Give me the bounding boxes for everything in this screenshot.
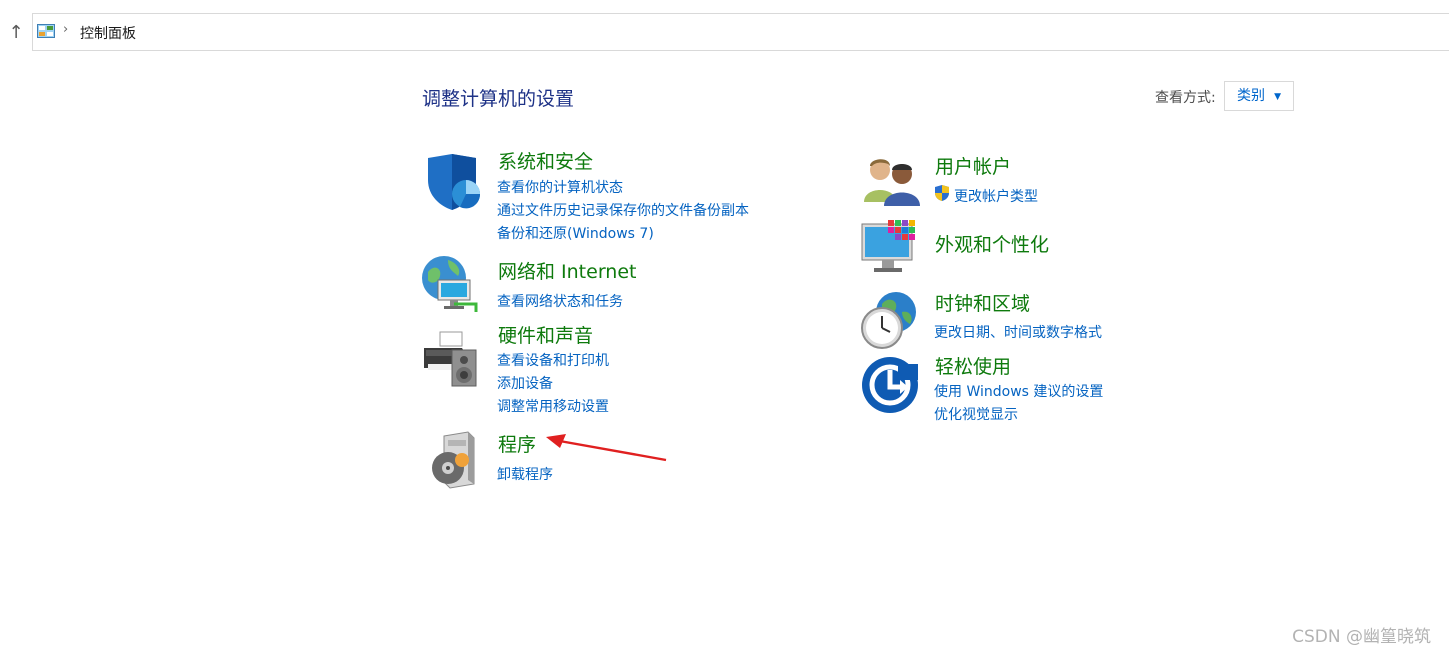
- breadcrumb-control-panel[interactable]: 控制面板: [80, 23, 136, 43]
- category-user-accounts[interactable]: 用户帐户: [935, 152, 1011, 179]
- category-hardware-sound[interactable]: 硬件和声音: [498, 321, 593, 348]
- category-clock-region[interactable]: 时钟和区域: [935, 289, 1030, 316]
- category-network-internet[interactable]: 网络和 Internet: [498, 257, 636, 284]
- clock-globe-icon[interactable]: [860, 290, 920, 350]
- link-add-device[interactable]: 添加设备: [497, 373, 553, 393]
- watermark-text: CSDN @幽篁晓筑: [1292, 627, 1431, 647]
- chevron-down-icon: ▼: [1274, 92, 1281, 102]
- link-file-history[interactable]: 通过文件历史记录保存你的文件备份副本: [497, 200, 749, 220]
- programs-disc-icon[interactable]: [426, 430, 486, 490]
- link-mobility-settings[interactable]: 调整常用移动设置: [497, 396, 609, 416]
- address-bar[interactable]: › 控制面板: [32, 13, 1449, 51]
- breadcrumb-separator: ›: [63, 22, 69, 37]
- monitor-palette-icon[interactable]: [860, 218, 920, 278]
- view-by-dropdown[interactable]: 类别 ▼: [1224, 81, 1294, 111]
- view-by-value: 类别: [1237, 88, 1265, 104]
- link-view-computer-status[interactable]: 查看你的计算机状态: [497, 177, 623, 197]
- link-optimize-visual-display[interactable]: 优化视觉显示: [934, 404, 1018, 424]
- link-network-status[interactable]: 查看网络状态和任务: [497, 291, 623, 311]
- annotation-arrow: [546, 434, 667, 462]
- control-panel-window: ↑ › 控制面板 调整计算机的设置 查看方式: 类别 ▼ 系统和安全 查看你的计…: [0, 0, 1449, 653]
- ease-of-access-icon[interactable]: [860, 354, 920, 414]
- link-recommended-settings[interactable]: 使用 Windows 建议的设置: [934, 381, 1103, 401]
- network-globe-icon[interactable]: [420, 254, 480, 314]
- link-backup-restore[interactable]: 备份和还原(Windows 7): [497, 223, 654, 243]
- arrow-up-icon[interactable]: ↑: [6, 22, 26, 44]
- category-appearance-personalization[interactable]: 外观和个性化: [935, 230, 1049, 257]
- users-icon[interactable]: [862, 152, 922, 212]
- category-ease-of-access[interactable]: 轻松使用: [935, 352, 1011, 379]
- printer-speaker-icon[interactable]: [422, 328, 482, 388]
- uac-shield-icon: [935, 185, 949, 201]
- view-by-label: 查看方式:: [1155, 90, 1216, 106]
- link-devices-printers[interactable]: 查看设备和打印机: [497, 350, 609, 370]
- link-change-date-time-format[interactable]: 更改日期、时间或数字格式: [934, 322, 1102, 342]
- control-panel-icon: [37, 24, 55, 38]
- category-programs[interactable]: 程序: [498, 430, 536, 457]
- shield-icon[interactable]: [422, 152, 482, 212]
- page-title: 调整计算机的设置: [422, 88, 575, 110]
- link-change-account-type[interactable]: 更改帐户类型: [954, 186, 1038, 206]
- category-system-security[interactable]: 系统和安全: [498, 147, 593, 174]
